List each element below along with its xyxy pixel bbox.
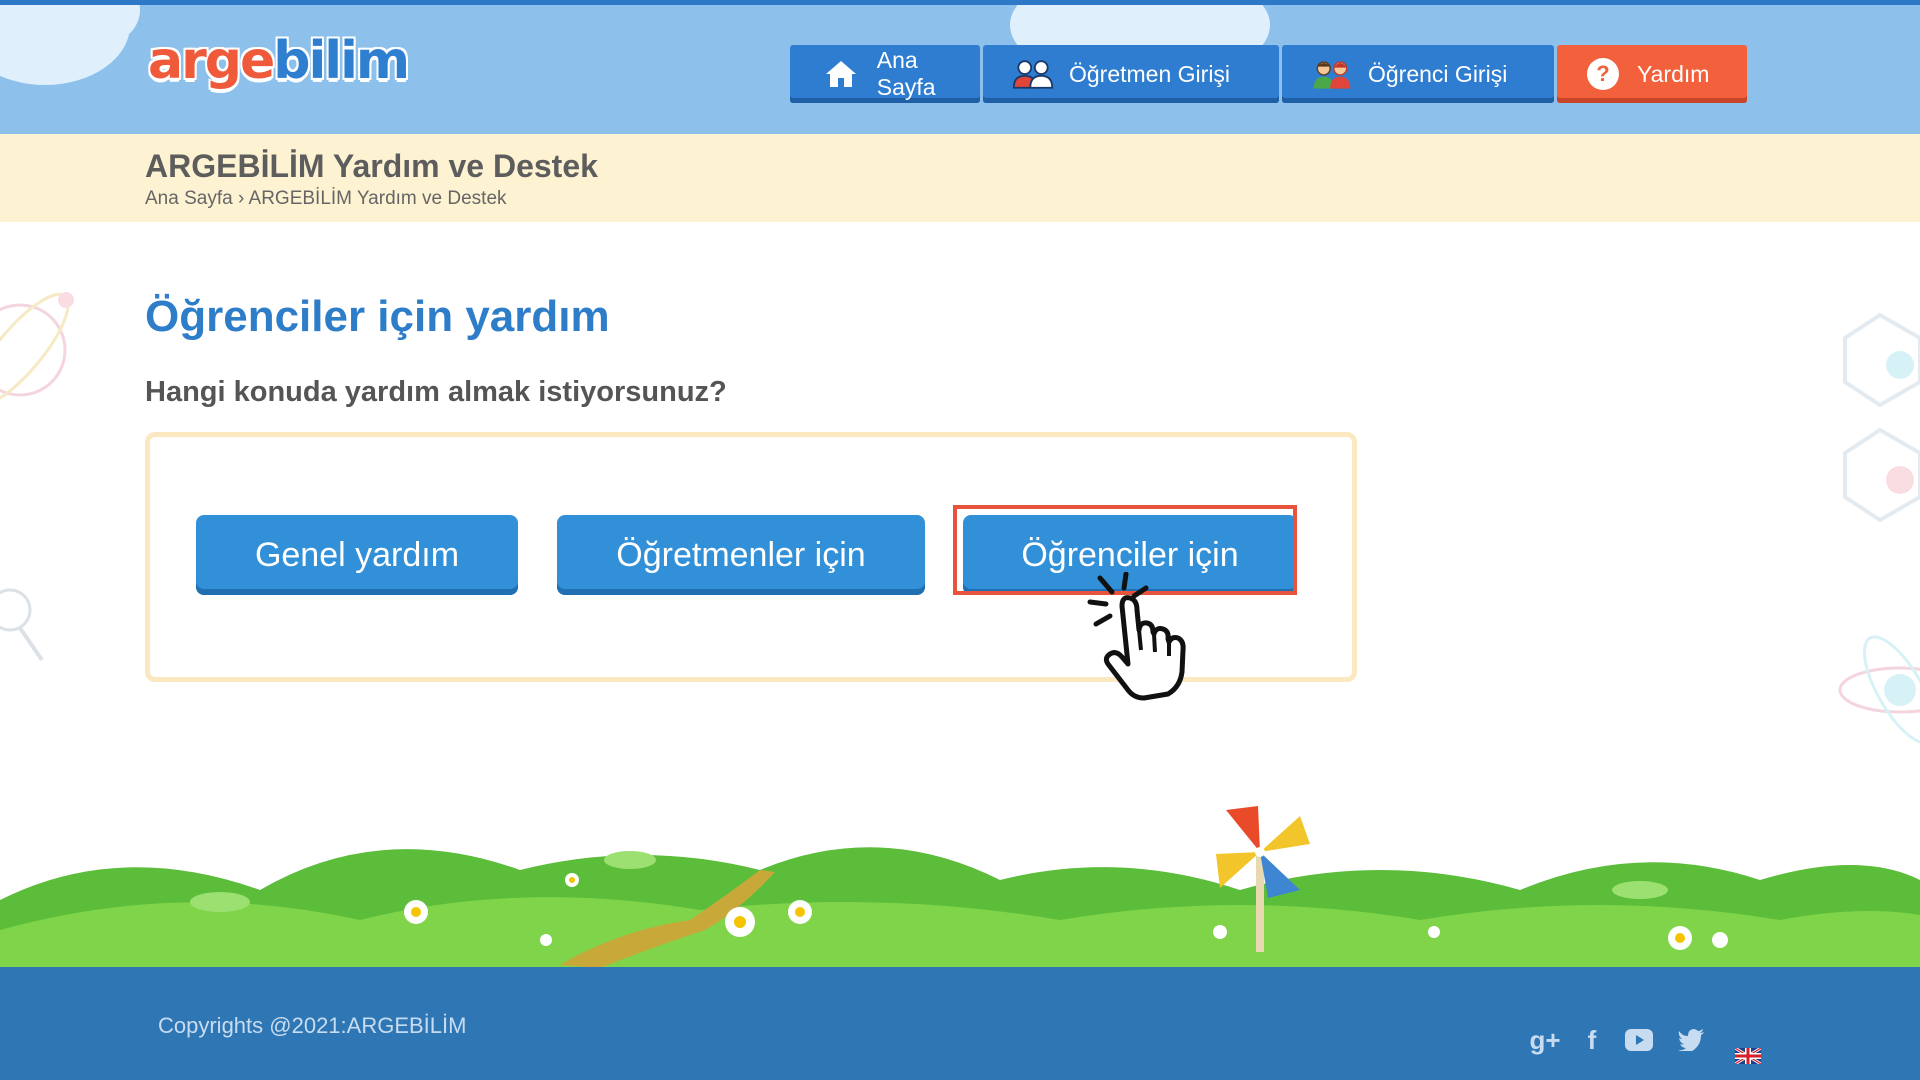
nav-help-button[interactable]: ? Yardım — [1557, 45, 1747, 103]
nav-help-label: Yardım — [1637, 60, 1710, 87]
nav-home-label: Ana Sayfa — [876, 47, 936, 100]
planet-decoration — [0, 292, 74, 407]
site-logo[interactable]: argebilim — [148, 35, 410, 87]
youtube-icon[interactable] — [1624, 1023, 1654, 1057]
general-help-button[interactable]: Genel yardım — [196, 515, 518, 595]
english-flag-icon[interactable] — [1734, 1039, 1762, 1073]
atom-decoration — [1838, 635, 1920, 745]
nav-student-login-label: Öğrenci Girişi — [1368, 60, 1508, 87]
logo-text-arge: arge — [148, 31, 275, 91]
nav-teacher-login-button[interactable]: Öğretmen Girişi — [983, 45, 1279, 103]
nav-home-button[interactable]: Ana Sayfa — [790, 45, 980, 103]
nav-teacher-login-label: Öğretmen Girişi — [1069, 60, 1231, 87]
logo-text-bilim: bilim — [273, 31, 410, 91]
copyright-text: Copyrights @2021:ARGEBİLİM — [158, 1013, 467, 1038]
landscape-illustration — [0, 806, 1920, 970]
main-nav: Ana Sayfa Öğretmen Girişi Öğrenci Girişi… — [790, 45, 1747, 103]
breadcrumb-separator: › — [237, 188, 245, 209]
section-heading: Öğrenciler için yardım — [145, 292, 610, 341]
nav-student-login-button[interactable]: Öğrenci Girişi — [1282, 45, 1554, 103]
site-header: argebilim Ana Sayfa Öğretmen Girişi Öğre… — [0, 0, 1920, 134]
help-icon: ? — [1587, 58, 1619, 90]
breadcrumb-home-link[interactable]: Ana Sayfa — [145, 188, 233, 209]
magnifier-decoration — [0, 588, 44, 662]
title-bar: ARGEBİLİM Yardım ve Destek Ana Sayfa › A… — [0, 134, 1920, 222]
teacher-icon — [1011, 57, 1055, 91]
breadcrumb: Ana Sayfa › ARGEBİLİM Yardım ve Destek — [145, 188, 507, 210]
help-question: Hangi konuda yardım almak istiyorsunuz? — [145, 376, 727, 408]
google-plus-icon[interactable]: g+ — [1528, 1023, 1562, 1057]
breadcrumb-current: ARGEBİLİM Yardım ve Destek — [248, 188, 507, 209]
facebook-icon[interactable]: f — [1580, 1023, 1604, 1057]
page-title: ARGEBİLİM Yardım ve Destek — [145, 148, 598, 184]
site-footer: Copyrights @2021:ARGEBİLİM g+ f — [0, 967, 1920, 1080]
molecule-decoration — [1843, 312, 1920, 523]
home-icon — [820, 57, 863, 91]
pointing-hand-cursor-icon — [1087, 572, 1186, 701]
teachers-help-button[interactable]: Öğretmenler için — [557, 515, 925, 595]
students-icon — [1310, 57, 1354, 91]
twitter-icon[interactable] — [1676, 1023, 1706, 1057]
